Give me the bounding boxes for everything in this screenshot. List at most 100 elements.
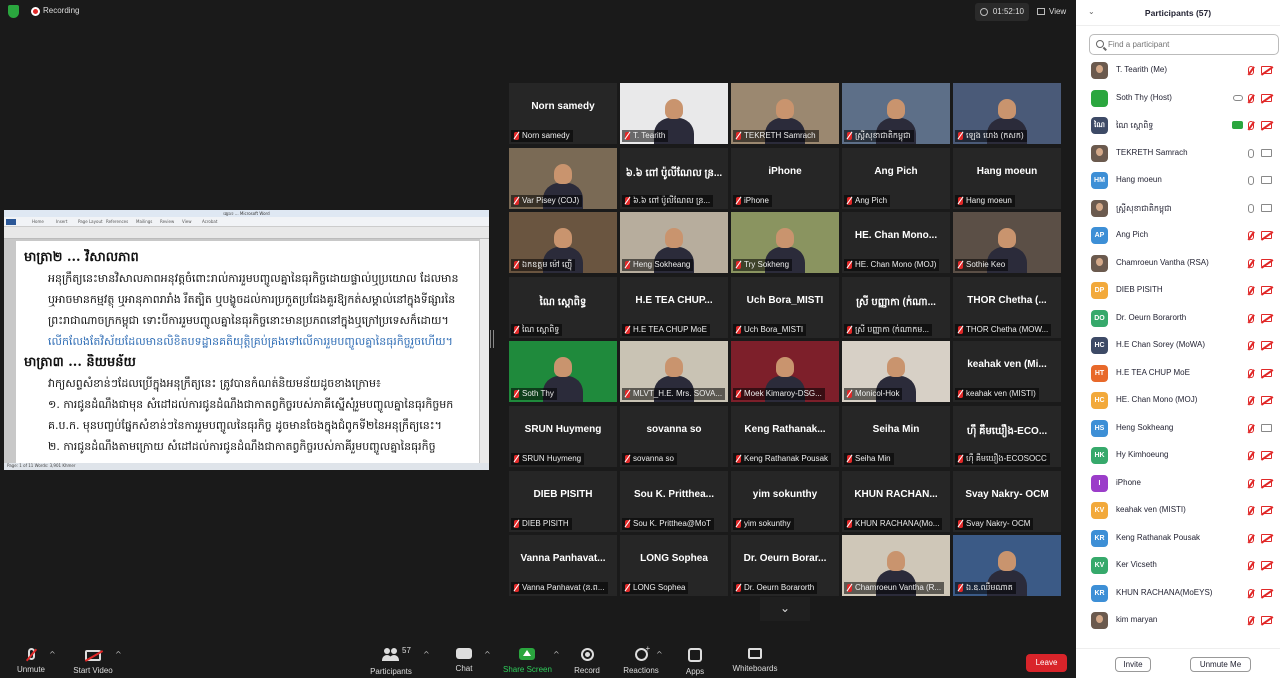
split-resize-handle[interactable] [490, 330, 494, 348]
view-button[interactable]: View [1037, 3, 1071, 21]
camera-off-icon[interactable] [1261, 451, 1272, 459]
participant-row[interactable]: DO Dr. Oeurn Borarorth [1076, 305, 1280, 333]
participant-video-tile[interactable]: Seiha Min Seiha Min [842, 406, 950, 467]
participant-video-tile[interactable]: Dr. Oeurn Borar... Dr. Oeurn Borarorth [731, 535, 839, 597]
camera-icon[interactable] [1261, 203, 1272, 212]
more-participants-button[interactable]: ⌄ [760, 597, 810, 621]
participant-video-tile[interactable]: ឯ.ឧ.ឈឹមណាត [953, 535, 1061, 597]
camera-off-icon[interactable] [1261, 478, 1272, 487]
participant-video-tile[interactable]: iPhone iPhone [731, 147, 839, 209]
muted-mic-icon[interactable] [1248, 258, 1254, 268]
share-screen-button[interactable]: Share Screen [503, 644, 552, 678]
muted-mic-icon[interactable] [1248, 66, 1254, 75]
participant-video-tile[interactable]: Keng Rathanak... Keng Rathanak Pousak [731, 406, 839, 467]
participant-row[interactable]: HT H.E TEA CHUP MoE [1076, 360, 1280, 388]
participant-video-tile[interactable]: Norn samedy Norn samedy [509, 83, 617, 144]
participant-row[interactable]: IiPhone [1076, 470, 1280, 498]
muted-mic-icon[interactable] [1248, 478, 1254, 488]
apps-button[interactable]: Apps [678, 644, 712, 678]
participant-video-tile[interactable]: T. Tearith [620, 83, 728, 144]
participant-row[interactable]: DP DIEB PISITH [1076, 277, 1280, 305]
doc-scrollbar[interactable] [480, 239, 489, 463]
participant-video-tile[interactable]: H.E TEA CHUP... H.E TEA CHUP MoE [620, 276, 728, 338]
camera-off-icon[interactable] [1261, 286, 1272, 294]
muted-mic-icon[interactable] [1248, 341, 1254, 350]
video-options-caret[interactable]: ^ [115, 650, 122, 659]
muted-mic-icon[interactable] [1248, 533, 1254, 543]
participant-video-tile[interactable]: Uch Bora_MISTI Uch Bora_MISTI [731, 276, 839, 338]
muted-mic-icon[interactable] [1248, 313, 1254, 323]
participant-row[interactable]: HS Heng Sokheang [1076, 415, 1280, 443]
participant-video-tile[interactable]: SRUN Huymeng SRUN Huymeng [509, 406, 617, 467]
camera-off-icon[interactable] [1261, 533, 1272, 542]
start-video-button[interactable]: Start Video [70, 644, 116, 678]
muted-mic-icon[interactable] [1248, 231, 1254, 240]
camera-off-icon[interactable] [1261, 93, 1272, 102]
whiteboards-button[interactable]: Whiteboards [728, 644, 782, 678]
muted-mic-icon[interactable] [1248, 588, 1254, 598]
camera-icon[interactable] [1261, 148, 1272, 157]
participant-row[interactable]: AP Ang Pich [1076, 222, 1280, 250]
participant-video-tile[interactable]: Ang Pich Ang Pich [842, 147, 950, 209]
participant-row[interactable]: HK Hy Kimhoeung [1076, 442, 1280, 470]
participant-video-tile[interactable]: Vanna Panhavat... Vanna Panhavat (ន.ព... [509, 535, 617, 597]
muted-mic-icon[interactable] [1248, 506, 1254, 515]
participant-video-tile[interactable]: yim sokunthy yim sokunthy [731, 470, 839, 532]
muted-mic-icon[interactable] [1248, 561, 1254, 570]
camera-off-icon[interactable] [1261, 588, 1272, 597]
mic-icon[interactable] [1248, 203, 1254, 213]
share-options-caret[interactable]: ^ [553, 650, 560, 659]
camera-icon[interactable] [1261, 176, 1272, 184]
participant-list[interactable]: T. Tearith (Me) Soth Thy (Host) ណៃ ណៃ ស្តោព… [1076, 57, 1280, 643]
participant-video-tile[interactable]: DIEB PISITH DIEB PISITH [509, 470, 617, 532]
participant-video-tile[interactable]: Chamroeun Vantha (R... [842, 535, 950, 597]
participant-row[interactable]: HM Hang moeun [1076, 167, 1280, 195]
participant-row[interactable]: KR Keng Rathanak Pousak [1076, 525, 1280, 553]
chat-options-caret[interactable]: ^ [484, 650, 491, 659]
participant-video-tile[interactable]: KHUN RACHAN... KHUN RACHANA(Mo... [842, 470, 950, 532]
muted-mic-icon[interactable] [1248, 396, 1254, 405]
participant-row[interactable]: KV Ker Vicseth [1076, 552, 1280, 580]
participant-video-tile[interactable]: ណៃ ស្តោពិទ្ធ ណៃ ស្តោពិទ្ធ [509, 276, 617, 338]
participant-video-tile[interactable]: ហ៊ឹ គឹមឃឿង-ECO... ហ៊ឹ គឹមឃឿង-ECOSOCC [953, 406, 1061, 467]
record-button[interactable]: Record [570, 644, 604, 678]
camera-off-icon[interactable] [1261, 313, 1272, 322]
mic-icon[interactable] [1248, 176, 1254, 185]
participant-video-tile[interactable]: Heng Sokheang [620, 212, 728, 274]
muted-mic-icon[interactable] [1248, 368, 1254, 378]
unmute-me-button[interactable]: Unmute Me [1190, 657, 1251, 672]
camera-off-icon[interactable] [1261, 368, 1272, 377]
participant-video-tile[interactable]: sovanna so sovanna so [620, 406, 728, 467]
participant-row[interactable]: T. Tearith (Me) [1076, 57, 1280, 85]
camera-off-icon[interactable] [1261, 231, 1272, 239]
participant-video-tile[interactable]: Moek Kimaroy-DSG... [731, 341, 839, 403]
participants-options-caret[interactable]: ^ [423, 650, 430, 659]
participant-row[interactable]: kim maryan [1076, 607, 1280, 635]
participant-video-tile[interactable]: Soth Thy [509, 341, 617, 403]
participant-video-tile[interactable]: Hang moeun Hang moeun [953, 147, 1061, 209]
muted-mic-icon[interactable] [1248, 93, 1254, 103]
camera-off-icon[interactable] [1261, 66, 1272, 74]
muted-mic-icon[interactable] [1248, 286, 1254, 295]
participant-row[interactable]: HC HE. Chan Mono (MOJ) [1076, 387, 1280, 415]
participants-button[interactable]: 57 Participants [368, 644, 414, 678]
participant-video-tile[interactable]: Svay Nakry- OCM Svay Nakry- OCM [953, 470, 1061, 532]
camera-off-icon[interactable] [1261, 121, 1272, 129]
mic-icon[interactable] [1248, 148, 1254, 158]
camera-off-icon[interactable] [1261, 396, 1272, 404]
security-shield-icon[interactable] [8, 5, 19, 18]
muted-mic-icon[interactable] [1248, 121, 1254, 130]
camera-off-icon[interactable] [1261, 258, 1272, 267]
muted-mic-icon[interactable] [1248, 616, 1254, 625]
reactions-options-caret[interactable]: ^ [656, 650, 663, 659]
chat-button[interactable]: Chat [446, 644, 482, 678]
participant-video-tile[interactable]: ៦.៦ ពៅ ប៉ូលីណែល ន្រ... ៦.៦ ពៅ ប៉ូលីណែល ន្… [620, 147, 728, 209]
participant-row[interactable]: ណៃ ណៃ ស្តោពិទ្ធ [1076, 112, 1280, 140]
camera-off-icon[interactable] [1261, 341, 1272, 349]
participant-search[interactable] [1089, 34, 1279, 55]
participant-video-tile[interactable]: MLVT_H.E. Mrs. SOVA... [620, 341, 728, 403]
camera-off-icon[interactable] [1261, 561, 1272, 569]
unmute-button[interactable]: Unmute [10, 644, 52, 678]
participant-video-tile[interactable]: Var Pisey (COJ) [509, 147, 617, 209]
muted-mic-icon[interactable] [1248, 451, 1254, 460]
